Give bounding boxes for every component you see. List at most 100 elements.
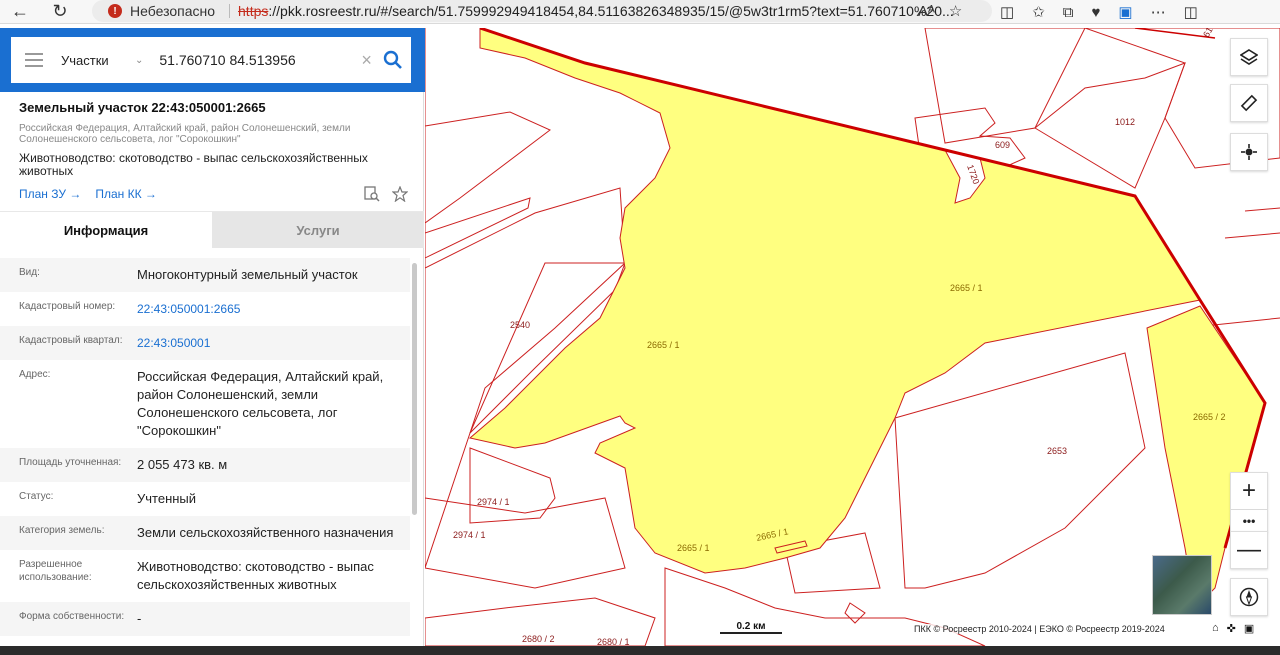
map-label: 2974 / 1 (453, 530, 486, 540)
panel-scrollbar[interactable] (412, 263, 417, 515)
map-label: 1012 (1115, 117, 1135, 127)
menu-icon[interactable] (25, 53, 43, 67)
attribute-key: Разрешенное использование: (19, 559, 92, 583)
parcel-boundary (425, 497, 626, 589)
parcel-boundary (469, 447, 556, 524)
plan-kk-link[interactable]: План КК → (95, 187, 157, 201)
read-aloud-icon[interactable]: Aᴬ (918, 3, 935, 20)
map-label: 2540 (510, 320, 530, 330)
parcel-boundary (1224, 232, 1280, 239)
favorite-star-icon[interactable]: ☆ (949, 2, 962, 20)
attribute-value: Животноводство: скотоводство - выпас сел… (137, 559, 374, 592)
menu-dots-icon[interactable]: ⋯ (1151, 3, 1166, 21)
parcel-2665-1 (468, 28, 1201, 574)
measure-button[interactable] (1230, 84, 1268, 122)
minus-icon: — (1237, 536, 1261, 563)
attribute-key: Площадь уточненная: (19, 457, 122, 468)
parcel-boundary (425, 197, 531, 259)
star-icon[interactable] (392, 186, 408, 202)
scale-bar: 0.2 км (720, 621, 782, 634)
search-box: Участки ⌄ 51.760710 84.513956 × (11, 37, 411, 83)
reload-icon[interactable]: ↻ (40, 0, 80, 24)
attribute-value[interactable]: 22:43:050001:2665 (137, 300, 397, 318)
collections-icon[interactable]: ⧉ (1063, 4, 1074, 21)
map-label: 2665 / 1 (677, 543, 710, 553)
search-type-select[interactable]: Участки (61, 53, 121, 68)
zoom-out-button[interactable]: — (1230, 531, 1268, 569)
separator (229, 4, 231, 18)
basemap-thumbnail[interactable] (1152, 555, 1212, 615)
extension-icon[interactable]: ▣ (1118, 3, 1132, 21)
address-bar[interactable]: ! Небезопасно https ://pkk.rosreestr.ru/… (92, 0, 992, 22)
url-scheme: https (238, 3, 269, 19)
back-icon[interactable]: ← (0, 0, 40, 24)
attribute-value: Учтенный (137, 491, 197, 506)
map-label: 2680 / 1 (597, 637, 630, 646)
sidebar-toggle-icon[interactable]: ◫ (1184, 3, 1198, 21)
attribute-value: 2 055 473 кв. м (137, 457, 228, 472)
more-button[interactable]: ••• (1230, 510, 1268, 532)
compass-button[interactable] (1230, 578, 1268, 616)
plus-icon: + (1241, 477, 1256, 504)
attribute-row: Кадастровый номер: 22:43:050001:2665 (0, 292, 410, 326)
parcel-boundary (664, 567, 986, 646)
attribute-key: Адрес: (19, 369, 51, 380)
performance-icon[interactable]: ♥ (1091, 4, 1100, 21)
warning-icon: ! (108, 4, 122, 18)
more-dots-icon: ••• (1242, 513, 1256, 528)
favorites-icon[interactable]: ✩ (1032, 3, 1045, 21)
tab-services[interactable]: Услуги (212, 212, 424, 248)
taskbar (0, 646, 1280, 655)
target-icon[interactable]: ✜ (1227, 622, 1236, 635)
parcel-address: Российская Федерация, Алтайский край, ра… (19, 123, 351, 145)
attribute-row: Форма собственности: - (0, 602, 410, 636)
map-label: 2665 / 1 (950, 283, 983, 293)
attribute-row: Адрес: Российская Федерация, Алтайский кр… (0, 360, 410, 448)
crosshair-icon (1241, 144, 1257, 160)
layers-icon (1240, 49, 1258, 65)
map-label: 2665 / 2 (1193, 412, 1226, 422)
fullscreen-icon[interactable]: ▣ (1244, 622, 1254, 635)
attribute-row: Разрешенное использование: Животноводство… (0, 550, 410, 602)
home-icon[interactable]: ⌂ (1212, 622, 1219, 635)
map-label: 2974 / 1 (477, 497, 510, 507)
locate-point-button[interactable] (1230, 133, 1268, 171)
search-strip: Участки ⌄ 51.760710 84.513956 × (0, 28, 438, 92)
cadastral-map: 2665 / 1 2665 / 1 2665 / 1 2665 / 1 2665… (425, 28, 1280, 646)
search-icon[interactable] (382, 49, 404, 71)
insecure-label: Небезопасно (130, 3, 216, 19)
attribute-key: Статус: (19, 491, 54, 502)
parcel-title: Земельный участок 22:43:050001:2665 (19, 100, 266, 115)
attribute-key: Кадастровый номер: (19, 301, 116, 312)
chevron-down-icon[interactable]: ⌄ (135, 55, 143, 66)
parcel-boundary (1034, 62, 1186, 189)
copyright-text: ПКК © Росреестр 2010-2024 | ЕЭКО © Росре… (914, 624, 1165, 634)
attribute-row: Площадь уточненная: 2 055 473 кв. м (0, 448, 410, 482)
attribute-key: Кадастровый квартал: (19, 335, 123, 346)
attribute-value: Российская Федерация, Алтайский край, ра… (137, 369, 384, 438)
attribute-key: Категория земель: (19, 525, 105, 536)
parcel-boundary (425, 111, 551, 224)
url-text: ://pkk.rosreestr.ru/#/search/51.75999294… (268, 3, 954, 19)
zoom-in-button[interactable]: + (1230, 472, 1268, 510)
attribute-value: Земли сельскохозяйственного назначения (137, 525, 394, 540)
attribute-row: Кадастровый квартал: 22:43:050001 (0, 326, 410, 360)
parcel-boundary (1244, 207, 1280, 212)
info-panel: Участки ⌄ 51.760710 84.513956 × ‹ Земель… (0, 28, 438, 646)
browser-toolbar: ← ↻ ! Небезопасно https ://pkk.rosreestr… (0, 0, 1280, 24)
zoom-to-parcel-icon[interactable] (364, 186, 380, 202)
parcel-boundary (924, 28, 1086, 144)
attribute-row: Вид: Многоконтурный земельный участок (0, 258, 410, 292)
search-input[interactable]: 51.760710 84.513956 (159, 52, 339, 68)
tab-information[interactable]: Информация (0, 212, 212, 248)
map-canvas[interactable]: 2665 / 1 2665 / 1 2665 / 1 2665 / 1 2665… (425, 28, 1280, 646)
clear-icon[interactable]: × (361, 50, 372, 71)
parcel-use: Животноводство: скотоводство - выпас сел… (19, 151, 368, 178)
plan-zu-link[interactable]: План ЗУ → (19, 187, 81, 201)
attribute-key: Форма собственности: (19, 611, 125, 622)
split-screen-icon[interactable]: ◫ (1000, 3, 1014, 21)
layers-button[interactable] (1230, 38, 1268, 76)
map-label: 2665 / 1 (647, 340, 680, 350)
attribute-value[interactable]: 22:43:050001 (137, 334, 397, 352)
map-label: 2680 / 2 (522, 634, 555, 644)
